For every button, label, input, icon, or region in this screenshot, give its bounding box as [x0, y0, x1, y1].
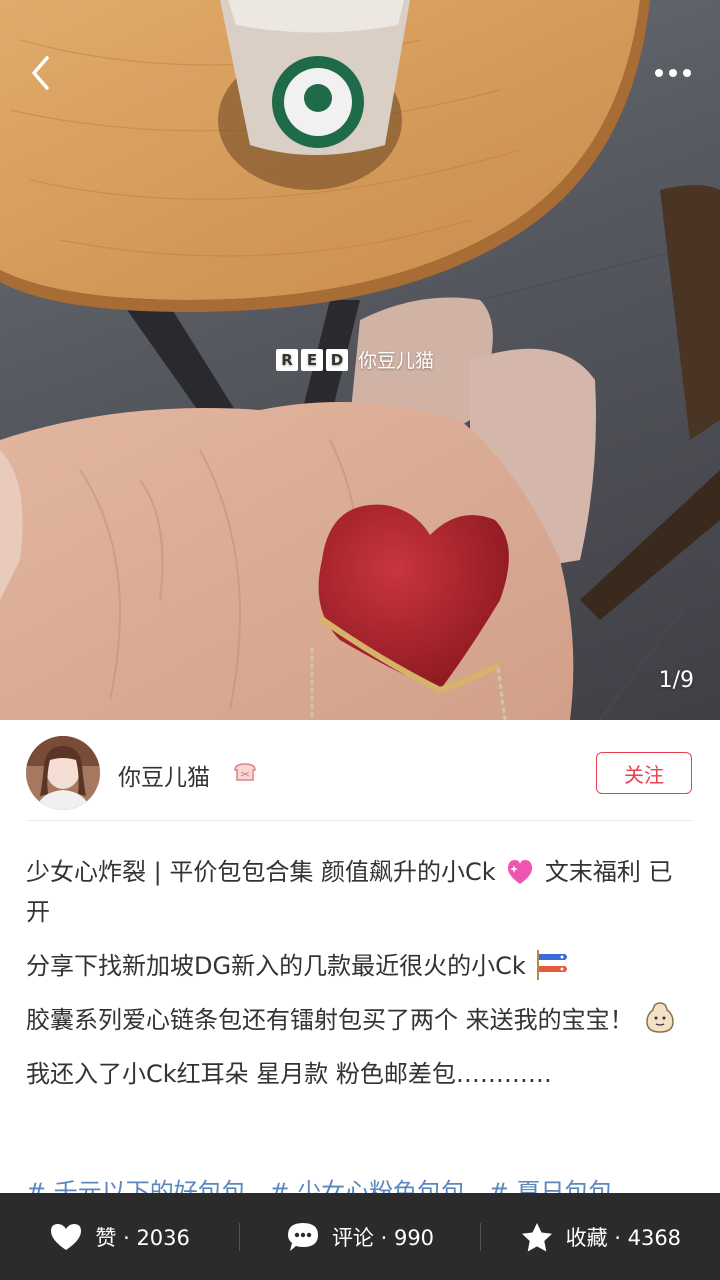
tag-list: # 千元以下的好包包 # 少女心粉色包包 # 夏日包包: [26, 1172, 716, 1194]
photo-watermark: R E D 你豆儿猫: [276, 346, 434, 373]
carp-streamer-icon: [537, 950, 568, 980]
tag-link[interactable]: # 少女心粉色包包: [269, 1178, 465, 1194]
post-paragraph-text: 分享下找新加坡DG新入的几款最近很火的小Ck: [26, 952, 526, 980]
back-button[interactable]: [18, 48, 62, 98]
more-dot-icon: [655, 69, 663, 77]
logo-letter: D: [326, 348, 348, 371]
chevron-left-icon: [32, 56, 49, 90]
more-dot-icon: [669, 69, 677, 77]
post-paragraph: 胶囊系列爱心链条包还有镭射包买了两个 来送我的宝宝！: [26, 1000, 694, 1040]
post-paragraph-text: 我还入了小Ck红耳朵 星月款 粉色邮差包…………: [26, 1060, 552, 1088]
avatar-image: [26, 736, 100, 810]
like-button[interactable]: 赞 · 2036: [0, 1193, 239, 1280]
author-row: 你豆儿猫 关注: [0, 720, 720, 820]
comment-icon: [287, 1222, 318, 1251]
post-paragraph: 分享下找新加坡DG新入的几款最近很火的小Ck: [26, 946, 694, 986]
comment-count: 评论 · 990: [331, 1225, 435, 1250]
author-name[interactable]: 你豆儿猫: [118, 758, 210, 792]
avatar[interactable]: [26, 736, 100, 810]
post-photo[interactable]: R E D 你豆儿猫 1/9: [0, 0, 720, 720]
tag-link[interactable]: # 千元以下的好包包: [26, 1178, 246, 1194]
more-options-button[interactable]: [648, 56, 698, 90]
bottom-action-bar: 赞 · 2036 评论 · 990 收藏 · 4368: [0, 1193, 720, 1280]
logo-letter: R: [276, 348, 298, 371]
post-paragraph: 我还入了小Ck红耳朵 星月款 粉色邮差包…………: [26, 1054, 694, 1094]
divider: [26, 820, 694, 821]
star-icon: [521, 1222, 552, 1251]
image-counter: 1/9: [658, 668, 694, 693]
heart-icon: [51, 1223, 82, 1250]
collect-count: 收藏 · 4368: [565, 1225, 682, 1250]
tag-link[interactable]: # 夏日包包: [489, 1178, 613, 1194]
red-logo: R E D: [276, 348, 348, 371]
more-dot-icon: [683, 69, 691, 77]
like-count: 赞 · 2036: [95, 1225, 190, 1250]
sparkling-heart-icon: [508, 860, 533, 884]
follow-button[interactable]: 关注: [596, 752, 692, 794]
collect-button[interactable]: 收藏 · 4368: [481, 1193, 720, 1280]
watermark-username: 你豆儿猫: [358, 350, 435, 372]
logo-letter: E: [301, 348, 323, 371]
post-title: 少女心炸裂 | 平价包包合集 颜值飙升的小Ck 文末福利 已开: [26, 852, 694, 932]
post-title-part: 少女心炸裂 | 平价包包合集 颜值飙升的小Ck: [26, 858, 496, 886]
post-content: 少女心炸裂 | 平价包包合集 颜值飙升的小Ck 文末福利 已开 分享下找新加坡D…: [26, 852, 694, 1108]
post-paragraph-text: 胶囊系列爱心链条包还有镭射包买了两个 来送我的宝宝！: [26, 1006, 634, 1034]
toast-badge-icon: [234, 763, 256, 781]
peanut-face-icon: [646, 1002, 675, 1033]
comment-button[interactable]: 评论 · 990: [240, 1193, 479, 1280]
